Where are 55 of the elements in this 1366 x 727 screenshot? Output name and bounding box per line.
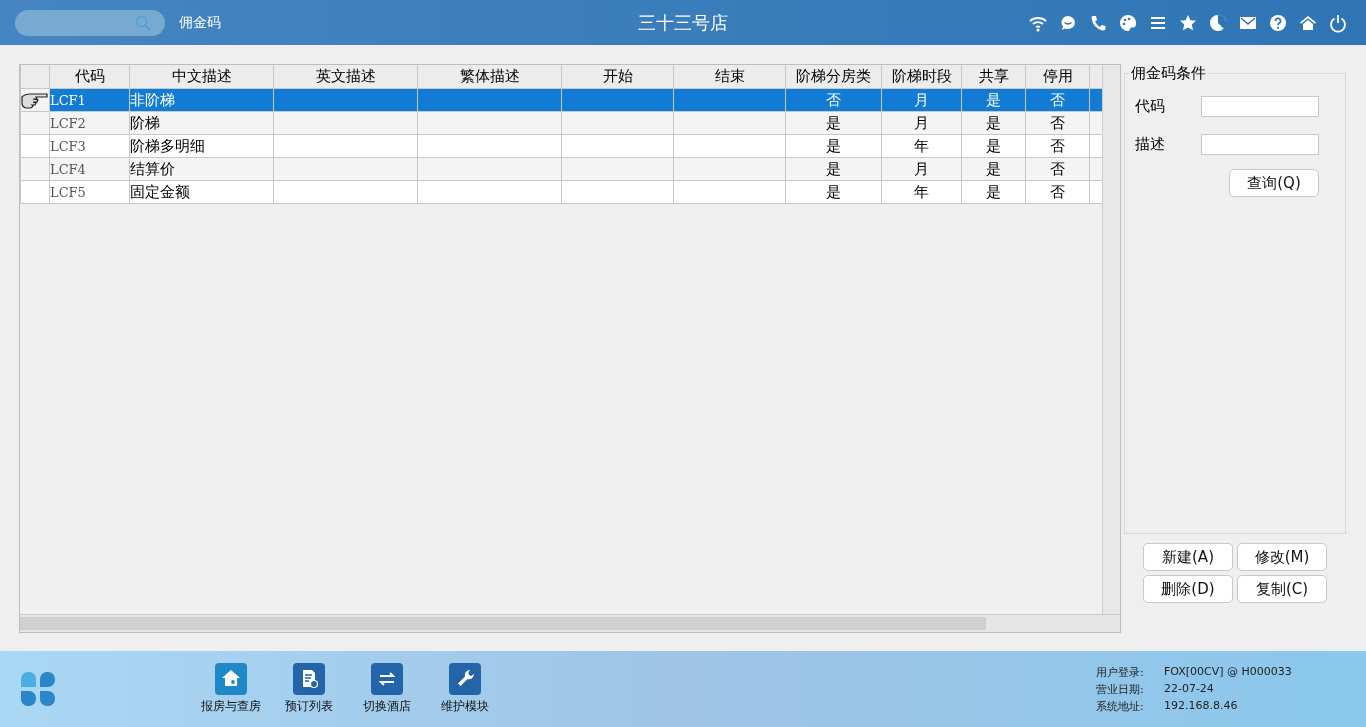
info-label: 用户登录:	[1096, 664, 1145, 680]
shortcut-button[interactable]: 切换酒店	[348, 663, 426, 715]
filter-title: 佣金码条件	[1130, 64, 1207, 83]
wrench-icon	[449, 663, 481, 695]
query-button[interactable]: 查询(Q)	[1229, 169, 1319, 197]
column-header[interactable]: 共享	[961, 65, 1026, 89]
action-button[interactable]: 修改(M)	[1237, 543, 1327, 571]
table-row[interactable]: LCF5 固定金额 是 年 是 否	[20, 180, 1104, 204]
column-header[interactable]: 英文描述	[273, 65, 418, 89]
table-cell: 固定金额	[129, 180, 274, 204]
info-label: 营业日期:	[1096, 681, 1145, 697]
info-value: 22-07-24	[1163, 681, 1215, 697]
help-icon[interactable]	[1268, 12, 1288, 33]
swap-arrows-icon	[371, 663, 403, 695]
table-row[interactable]: LCF4 结算价 是 月 是 否	[20, 157, 1104, 181]
house-icon	[215, 663, 247, 695]
column-header[interactable]: 结束	[673, 65, 786, 89]
contrast-icon[interactable]	[1208, 12, 1228, 33]
column-header[interactable]: 中文描述	[129, 65, 274, 89]
column-header[interactable]: 代码	[49, 65, 130, 89]
table-cell: 非阶梯	[129, 88, 274, 112]
shortcut-button[interactable]: 报房与查房	[192, 663, 270, 715]
pointing-hand-icon	[21, 91, 49, 109]
table-row[interactable]: LCF1 非阶梯 否 月 是 否	[20, 88, 1104, 112]
column-header[interactable]: 停用	[1025, 65, 1090, 89]
vertical-scrollbar[interactable]	[1102, 65, 1120, 615]
action-button[interactable]: 删除(D)	[1143, 575, 1233, 603]
info-value: 192.168.8.46	[1163, 698, 1239, 714]
clover-logo-icon	[19, 670, 57, 708]
info-value: FOX[00CV] @ H000033	[1163, 664, 1293, 680]
store-name: 三十三号店	[638, 11, 728, 35]
shortcut-button[interactable]: 预订列表	[270, 663, 348, 715]
column-header[interactable]: 阶梯分房类	[785, 65, 882, 89]
column-header[interactable]: 开始	[561, 65, 674, 89]
palette-icon[interactable]	[1118, 12, 1138, 33]
power-icon[interactable]	[1328, 12, 1348, 33]
table-cell: 阶梯多明细	[129, 134, 274, 158]
horizontal-scrollbar[interactable]	[20, 614, 1120, 632]
field-label: 代码	[1135, 96, 1166, 116]
input-field[interactable]	[1201, 133, 1319, 155]
action-button[interactable]: 新建(A)	[1143, 543, 1233, 571]
action-button[interactable]: 复制(C)	[1237, 575, 1327, 603]
column-header[interactable]: 繁体描述	[417, 65, 562, 89]
info-label: 系统地址:	[1096, 698, 1145, 714]
table-cell: 结算价	[129, 157, 274, 181]
document-icon	[293, 663, 325, 695]
search-field[interactable]	[15, 9, 165, 36]
input-field[interactable]	[1201, 95, 1319, 117]
shortcut-button[interactable]: 维护模块	[426, 663, 504, 715]
column-header[interactable]: 阶梯时段	[881, 65, 962, 89]
table-row[interactable]: LCF3 阶梯多明细 是 年 是 否	[20, 134, 1104, 158]
table-row[interactable]: LCF2 阶梯 是 月 是 否	[20, 111, 1104, 135]
page-title: 佣金码	[179, 13, 221, 32]
field-label: 描述	[1135, 134, 1166, 154]
table-cell: 阶梯	[129, 111, 274, 135]
